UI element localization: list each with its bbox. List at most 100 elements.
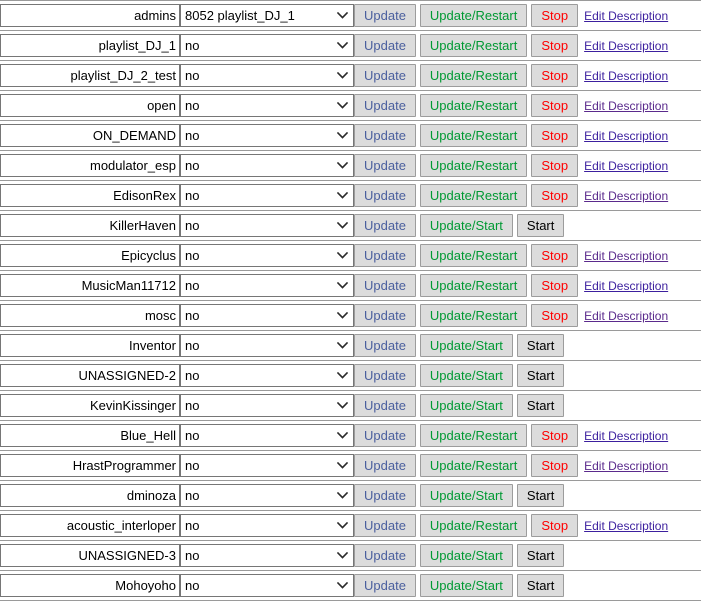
update-button[interactable]: Update [354, 454, 416, 477]
stop-button[interactable]: Stop [531, 424, 579, 447]
mount-name-input[interactable] [0, 34, 180, 57]
mount-name-input[interactable] [0, 184, 180, 207]
source-select[interactable]: no8052 playlist_DJ_1 [180, 364, 354, 387]
source-select[interactable]: no8052 playlist_DJ_1 [180, 64, 354, 87]
update-restart-button[interactable]: Update/Restart [419, 34, 528, 57]
stop-button[interactable]: Stop [531, 514, 579, 537]
stop-button[interactable]: Stop [531, 34, 579, 57]
source-select[interactable]: no8052 playlist_DJ_1 [180, 514, 354, 537]
edit-description-link[interactable]: Edit Description [584, 519, 668, 533]
source-select[interactable]: no8052 playlist_DJ_1 [180, 274, 354, 297]
edit-description-link[interactable]: Edit Description [584, 9, 668, 23]
source-select[interactable]: no8052 playlist_DJ_1 [180, 244, 354, 267]
update-restart-button[interactable]: Update/Restart [419, 154, 528, 177]
update-start-button[interactable]: Update/Start [419, 484, 513, 507]
update-restart-button[interactable]: Update/Restart [419, 244, 528, 267]
stop-button[interactable]: Stop [531, 4, 579, 27]
update-button[interactable]: Update [354, 364, 416, 387]
start-button[interactable]: Start [516, 544, 565, 567]
stop-button[interactable]: Stop [531, 454, 579, 477]
mount-name-input[interactable] [0, 454, 180, 477]
update-button[interactable]: Update [354, 304, 416, 327]
stop-button[interactable]: Stop [531, 94, 579, 117]
mount-name-input[interactable] [0, 274, 180, 297]
mount-name-input[interactable] [0, 574, 180, 597]
source-select[interactable]: no8052 playlist_DJ_1 [180, 304, 354, 327]
source-select[interactable]: no8052 playlist_DJ_1 [180, 454, 354, 477]
mount-name-input[interactable] [0, 124, 180, 147]
update-start-button[interactable]: Update/Start [419, 394, 513, 417]
mount-name-input[interactable] [0, 484, 180, 507]
update-button[interactable]: Update [354, 274, 416, 297]
start-button[interactable]: Start [516, 394, 565, 417]
mount-name-input[interactable] [0, 4, 180, 27]
mount-name-input[interactable] [0, 154, 180, 177]
mount-name-input[interactable] [0, 214, 180, 237]
update-restart-button[interactable]: Update/Restart [419, 4, 528, 27]
mount-name-input[interactable] [0, 544, 180, 567]
mount-name-input[interactable] [0, 334, 180, 357]
update-button[interactable]: Update [354, 424, 416, 447]
update-button[interactable]: Update [354, 34, 416, 57]
stop-button[interactable]: Stop [531, 154, 579, 177]
source-select[interactable]: no8052 playlist_DJ_1 [180, 544, 354, 567]
start-button[interactable]: Start [516, 214, 565, 237]
update-restart-button[interactable]: Update/Restart [419, 424, 528, 447]
update-button[interactable]: Update [354, 214, 416, 237]
start-button[interactable]: Start [516, 574, 565, 597]
edit-description-link[interactable]: Edit Description [584, 429, 668, 443]
mount-name-input[interactable] [0, 94, 180, 117]
update-restart-button[interactable]: Update/Restart [419, 94, 528, 117]
update-button[interactable]: Update [354, 4, 416, 27]
mount-name-input[interactable] [0, 244, 180, 267]
update-button[interactable]: Update [354, 94, 416, 117]
update-restart-button[interactable]: Update/Restart [419, 124, 528, 147]
update-button[interactable]: Update [354, 574, 416, 597]
update-start-button[interactable]: Update/Start [419, 574, 513, 597]
update-button[interactable]: Update [354, 544, 416, 567]
update-start-button[interactable]: Update/Start [419, 544, 513, 567]
source-select[interactable]: no8052 playlist_DJ_1 [180, 334, 354, 357]
update-button[interactable]: Update [354, 184, 416, 207]
mount-name-input[interactable] [0, 64, 180, 87]
update-button[interactable]: Update [354, 154, 416, 177]
start-button[interactable]: Start [516, 484, 565, 507]
source-select[interactable]: no8052 playlist_DJ_1 [180, 4, 354, 27]
stop-button[interactable]: Stop [531, 184, 579, 207]
update-button[interactable]: Update [354, 514, 416, 537]
update-button[interactable]: Update [354, 484, 416, 507]
mount-name-input[interactable] [0, 304, 180, 327]
start-button[interactable]: Start [516, 334, 565, 357]
edit-description-link[interactable]: Edit Description [584, 459, 668, 473]
mount-name-input[interactable] [0, 424, 180, 447]
edit-description-link[interactable]: Edit Description [584, 309, 668, 323]
source-select[interactable]: no8052 playlist_DJ_1 [180, 124, 354, 147]
update-button[interactable]: Update [354, 64, 416, 87]
source-select[interactable]: no8052 playlist_DJ_1 [180, 574, 354, 597]
update-start-button[interactable]: Update/Start [419, 334, 513, 357]
edit-description-link[interactable]: Edit Description [584, 99, 668, 113]
source-select[interactable]: no8052 playlist_DJ_1 [180, 424, 354, 447]
mount-name-input[interactable] [0, 394, 180, 417]
edit-description-link[interactable]: Edit Description [584, 279, 668, 293]
edit-description-link[interactable]: Edit Description [584, 69, 668, 83]
source-select[interactable]: no8052 playlist_DJ_1 [180, 184, 354, 207]
source-select[interactable]: no8052 playlist_DJ_1 [180, 394, 354, 417]
update-restart-button[interactable]: Update/Restart [419, 274, 528, 297]
update-button[interactable]: Update [354, 394, 416, 417]
update-start-button[interactable]: Update/Start [419, 214, 513, 237]
mount-name-input[interactable] [0, 514, 180, 537]
update-restart-button[interactable]: Update/Restart [419, 304, 528, 327]
update-start-button[interactable]: Update/Start [419, 364, 513, 387]
update-restart-button[interactable]: Update/Restart [419, 454, 528, 477]
stop-button[interactable]: Stop [531, 124, 579, 147]
stop-button[interactable]: Stop [531, 304, 579, 327]
source-select[interactable]: no8052 playlist_DJ_1 [180, 484, 354, 507]
start-button[interactable]: Start [516, 364, 565, 387]
update-button[interactable]: Update [354, 334, 416, 357]
update-button[interactable]: Update [354, 244, 416, 267]
source-select[interactable]: no8052 playlist_DJ_1 [180, 34, 354, 57]
source-select[interactable]: no8052 playlist_DJ_1 [180, 214, 354, 237]
edit-description-link[interactable]: Edit Description [584, 189, 668, 203]
edit-description-link[interactable]: Edit Description [584, 39, 668, 53]
